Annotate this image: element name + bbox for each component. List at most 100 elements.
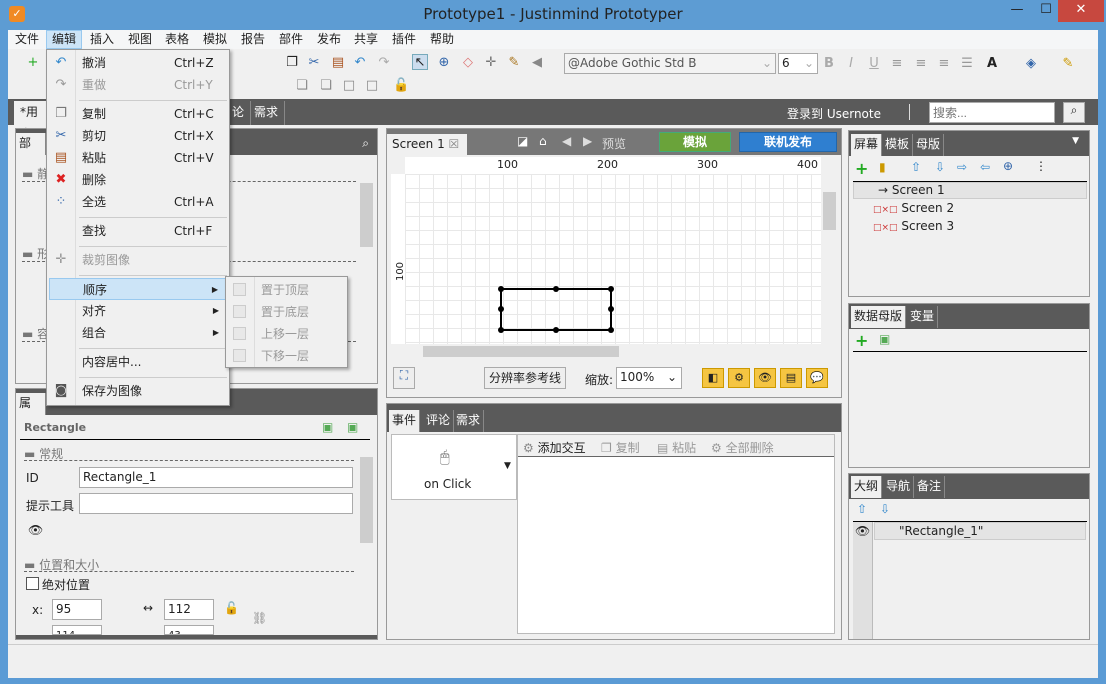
redo-icon[interactable]: ↷	[376, 55, 392, 71]
toggle-visibility-icon[interactable]: 👁	[754, 368, 776, 388]
menu-item-redo[interactable]: ↷ 重做 Ctrl+Y	[49, 74, 227, 96]
visibility-icon[interactable]: 👁	[28, 523, 43, 537]
menu-item-delete[interactable]: ✖ 删除	[49, 169, 227, 191]
menu-widgets[interactable]: 部件	[274, 30, 308, 49]
line-color-icon[interactable]: ✎	[1060, 56, 1076, 72]
absolute-position-checkbox[interactable]	[26, 577, 39, 590]
underline-icon[interactable]: U	[866, 56, 882, 72]
visibility-icon[interactable]: 👁	[855, 524, 870, 538]
copy-icon[interactable]: ❐	[284, 55, 300, 71]
minimize-button[interactable]: —	[1002, 0, 1032, 22]
options-icon[interactable]: ⋮	[1035, 159, 1047, 173]
cut-icon[interactable]: ✂	[306, 55, 322, 71]
menu-help[interactable]: 帮助	[425, 30, 459, 49]
undo-icon[interactable]: ↶	[352, 55, 368, 71]
menu-simulate[interactable]: 模拟	[198, 30, 232, 49]
move-down-icon[interactable]: ⇩	[935, 160, 945, 174]
tab-screen-1[interactable]: Screen 1 ☒	[387, 134, 467, 155]
menu-item-find[interactable]: 查找 Ctrl+F	[49, 220, 227, 242]
fill-color-icon[interactable]: ◈	[1023, 56, 1039, 72]
search-icon[interactable]: ⌕	[362, 136, 369, 151]
expand-icon[interactable]: ⊕	[1003, 159, 1013, 173]
menu-insert[interactable]: 插入	[85, 30, 119, 49]
menu-plugins[interactable]: 插件	[387, 30, 421, 49]
submenu-bring-forward[interactable]: 上移一层	[228, 323, 346, 345]
outdent-icon[interactable]: ⇦	[980, 160, 990, 174]
eraser-icon[interactable]: ◇	[460, 55, 476, 71]
menu-item-crop-image[interactable]: ✛ 裁剪图像	[49, 249, 227, 271]
format-brush-icon[interactable]: ✎	[506, 55, 522, 71]
menu-item-undo[interactable]: ↶ 撤消 Ctrl+Z	[49, 52, 227, 74]
layer-up-icon[interactable]: □	[341, 78, 357, 94]
tab-widgets[interactable]: 部件	[16, 133, 46, 171]
widgets-scrollbar[interactable]	[358, 155, 375, 383]
panel-menu-icon[interactable]: ▼	[1072, 136, 1079, 146]
indent-icon[interactable]: ⇨	[957, 160, 967, 174]
bold-icon[interactable]: B	[821, 56, 837, 72]
toggle-layout-icon[interactable]: ◧	[702, 368, 724, 388]
add-data-master-icon[interactable]: +	[855, 331, 868, 350]
screen-item[interactable]: □×□ Screen 2	[873, 201, 954, 215]
canvas-area[interactable]	[405, 174, 821, 344]
publish-online-button[interactable]: 联机发布	[739, 132, 837, 152]
align-left-icon[interactable]: ≡	[889, 56, 905, 72]
lock-icon[interactable]: 🔓	[224, 601, 239, 615]
align-right-icon[interactable]: ≡	[936, 56, 952, 72]
toggle-comments-icon[interactable]: 💬	[806, 368, 828, 388]
canvas-vscrollbar[interactable]	[821, 174, 838, 344]
add-folder-icon[interactable]: ▮	[879, 160, 886, 174]
copy-interaction-button[interactable]: ❐ 复制	[601, 439, 640, 456]
maximize-button[interactable]: ☐	[1031, 0, 1061, 22]
move-down-icon[interactable]: ⇩	[880, 502, 890, 516]
tab-outline[interactable]: 大纲	[851, 476, 883, 498]
resolution-guides-button[interactable]: 分辨率参考线	[484, 367, 566, 389]
fullscreen-icon[interactable]: ◪	[517, 134, 528, 148]
menu-item-paste[interactable]: ▤ 粘贴 Ctrl+V	[49, 147, 227, 169]
search-button[interactable]: ⌕	[1063, 102, 1085, 123]
canvas-hscrollbar[interactable]	[405, 344, 821, 359]
paste-interaction-button[interactable]: ▤ 粘贴	[657, 439, 696, 456]
tab-comments[interactable]: 评论	[423, 410, 455, 432]
bring-front-icon[interactable]: ❏	[294, 78, 310, 94]
submenu-bring-to-front[interactable]: 置于顶层	[228, 279, 346, 301]
crop-icon[interactable]: ✛	[483, 55, 499, 71]
tab-requirements[interactable]: 需求	[453, 410, 485, 432]
align-center-icon[interactable]: ≡	[913, 56, 929, 72]
close-button[interactable]: ✕	[1058, 0, 1104, 22]
menu-item-group[interactable]: 组合 ▶	[49, 322, 227, 344]
export-icon[interactable]: ▣	[322, 420, 333, 434]
tab-variables[interactable]: 变量	[907, 306, 939, 328]
menu-edit[interactable]: 编辑	[46, 30, 83, 49]
submenu-send-to-back[interactable]: 置于底层	[228, 301, 346, 323]
add-interaction-button[interactable]: ⚙ 添加交互	[523, 439, 586, 456]
back-icon[interactable]: ◀	[562, 134, 571, 148]
select-pointer-icon[interactable]: ↖	[412, 54, 428, 70]
add-screen-icon[interactable]: +	[855, 159, 868, 178]
menu-share[interactable]: 共享	[349, 30, 383, 49]
rectangle-1[interactable]	[498, 286, 614, 333]
font-size-select[interactable]: 6 ⌄	[778, 53, 818, 74]
list-icon[interactable]: ☰	[959, 56, 975, 72]
menu-view[interactable]: 视图	[123, 30, 157, 49]
zoom-select[interactable]: 100% ⌄	[616, 367, 682, 389]
import-icon[interactable]: ▣	[347, 420, 358, 434]
menu-item-align[interactable]: 对齐 ▶	[49, 300, 227, 322]
zoom-icon[interactable]: ⊕	[436, 55, 452, 71]
fit-screen-button[interactable]: ⛶	[393, 367, 415, 389]
properties-scrollbar[interactable]	[358, 441, 375, 635]
search-input[interactable]	[929, 102, 1055, 123]
close-tab-icon[interactable]: ☒	[449, 137, 460, 151]
menu-item-cut[interactable]: ✂ 剪切 Ctrl+X	[49, 125, 227, 147]
menu-item-order[interactable]: 顺序 ▶	[49, 278, 227, 300]
data-grid-icon[interactable]: ▣	[879, 332, 890, 346]
toggle-settings-icon[interactable]: ⚙	[728, 368, 750, 388]
move-up-icon[interactable]: ⇧	[857, 502, 867, 516]
width-stepper[interactable]: 112	[164, 599, 214, 620]
menu-item-select-all[interactable]: ⁘ 全选 Ctrl+A	[49, 191, 227, 213]
tab-templates[interactable]: 模板	[882, 134, 914, 156]
delete-all-button[interactable]: ⚙ 全部删除	[711, 439, 774, 456]
submenu-send-backward[interactable]: 下移一层	[228, 345, 346, 367]
layer-down-icon[interactable]: □	[364, 78, 380, 94]
tab-properties[interactable]: 属性	[16, 393, 46, 431]
home-icon[interactable]: ⌂	[539, 134, 547, 148]
